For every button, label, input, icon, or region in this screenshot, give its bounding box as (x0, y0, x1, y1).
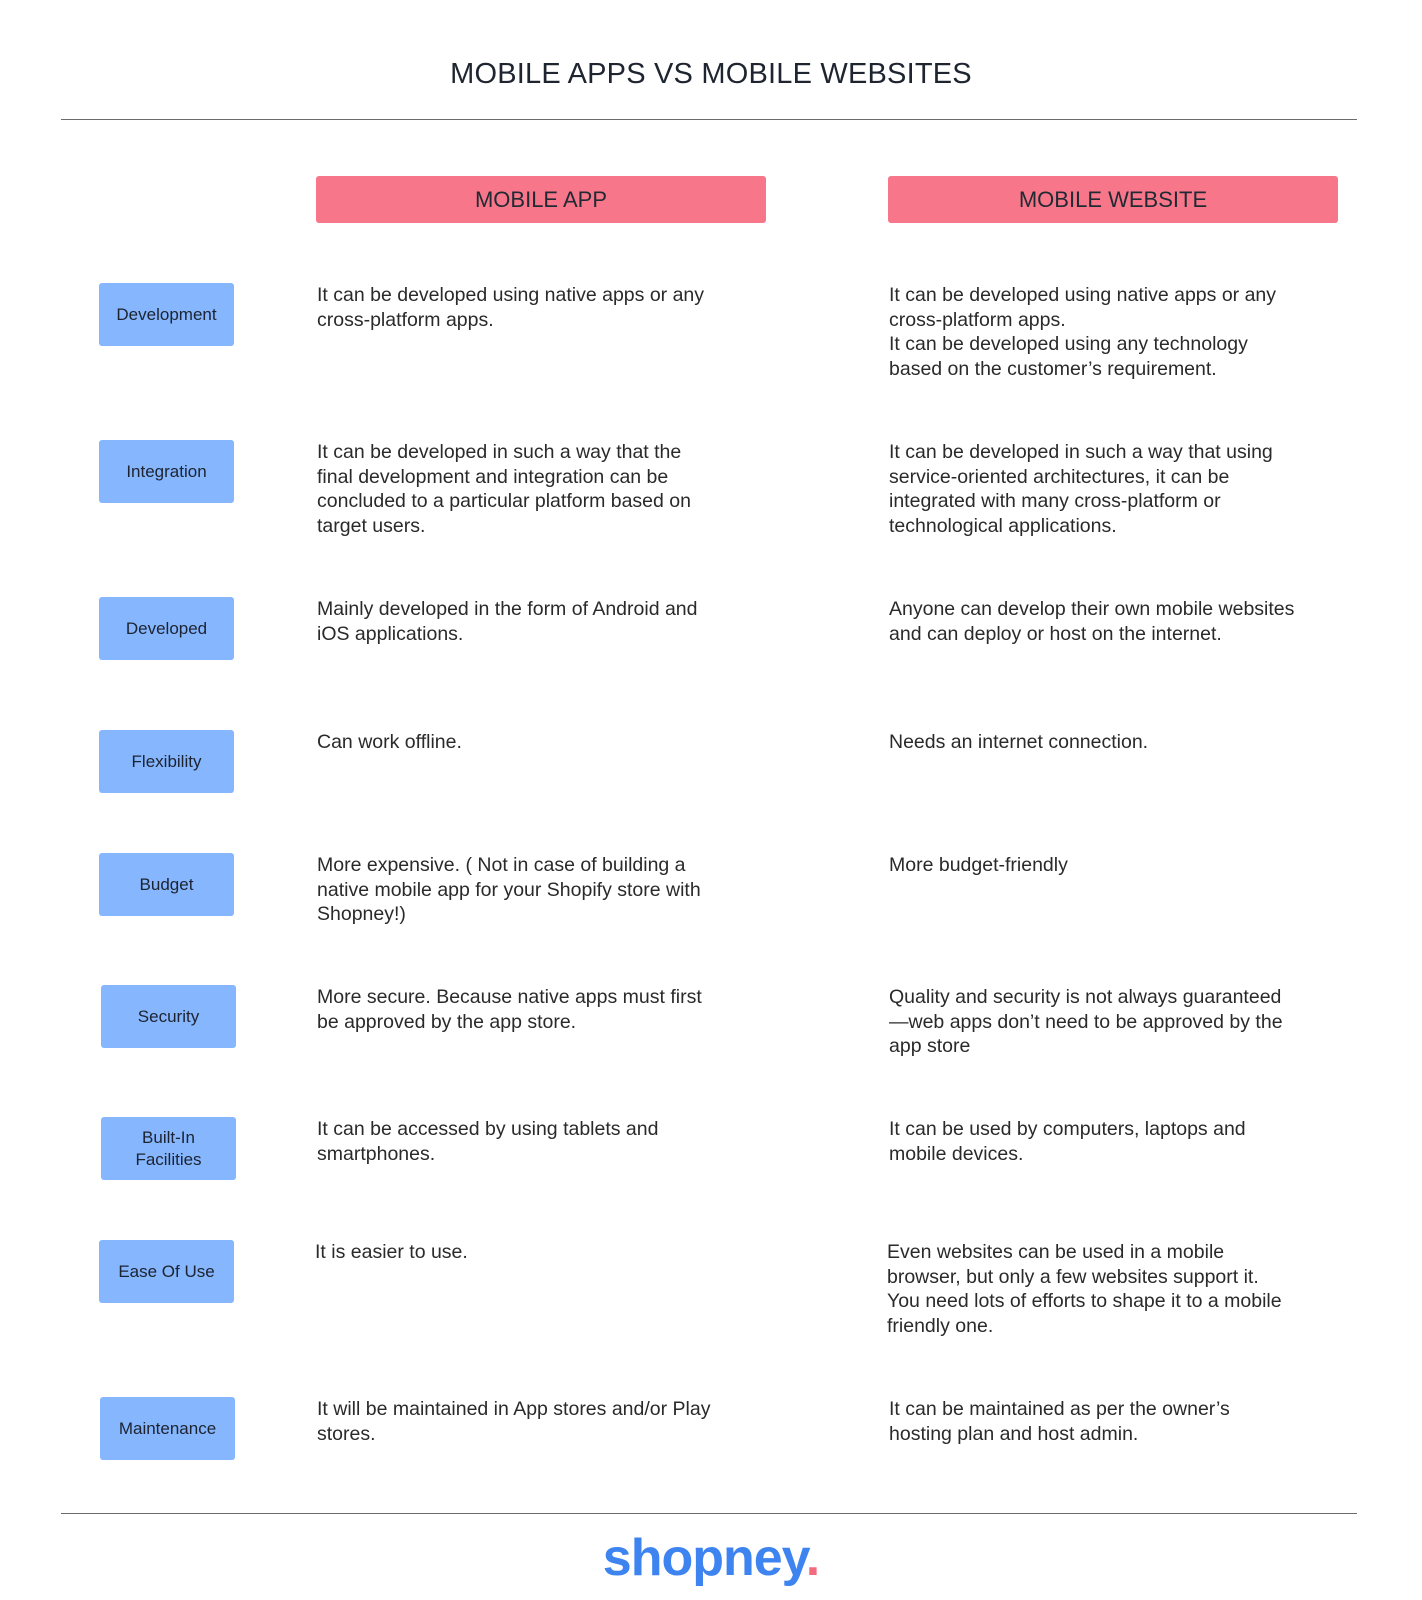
row-label-integration: Integration (99, 440, 234, 503)
row-label-developed: Developed (99, 597, 234, 660)
logo-text: shopney (602, 1529, 807, 1587)
mobile-website-budget: More budget-friendly (889, 854, 1068, 876)
row-label-budget: Budget (99, 853, 234, 916)
mobile-app-security: More secure. Because native apps must fi… (317, 986, 702, 1033)
mobile-website-maintenance: It can be maintained as per the owner’s … (889, 1398, 1230, 1445)
column-header-mobile-app: MOBILE APP (316, 176, 766, 223)
mobile-app-flexibility: Can work offline. (317, 731, 462, 753)
bottom-divider (61, 1513, 1357, 1514)
row-label-flexibility: Flexibility (99, 730, 234, 793)
mobile-website-developed: Anyone can develop their own mobile webs… (889, 598, 1295, 645)
row-label-built-in-facilities: Built-In Facilities (101, 1117, 236, 1180)
mobile-website-integration: It can be developed in such a way that u… (889, 441, 1273, 537)
row-label-ease-of-use: Ease Of Use (99, 1240, 234, 1303)
mobile-app-developed: Mainly developed in the form of Android … (317, 598, 698, 645)
mobile-website-flexibility: Needs an internet connection. (889, 731, 1149, 753)
mobile-website-security: Quality and security is not always guara… (889, 986, 1283, 1057)
shopney-logo: shopney. (0, 1528, 1422, 1588)
mobile-app-budget: More expensive. ( Not in case of buildin… (317, 854, 701, 925)
mobile-website-built-in-facilities: It can be used by computers, laptops and… (889, 1118, 1246, 1165)
mobile-app-integration: It can be developed in such a way that t… (317, 441, 691, 537)
column-header-mobile-website: MOBILE WEBSITE (888, 176, 1338, 223)
mobile-app-ease-of-use: It is easier to use. (315, 1241, 468, 1263)
logo-dot: . (805, 1529, 820, 1587)
mobile-website-development: It can be developed using native apps or… (889, 284, 1277, 380)
row-label-development: Development (99, 283, 234, 346)
mobile-app-development: It can be developed using native apps or… (317, 284, 705, 331)
mobile-app-built-in-facilities: It can be accessed by using tablets and … (317, 1118, 659, 1165)
row-label-security: Security (101, 985, 236, 1048)
mobile-app-maintenance: It will be maintained in App stores and/… (317, 1398, 711, 1445)
row-label-maintenance: Maintenance (100, 1397, 235, 1460)
top-divider (61, 119, 1357, 120)
mobile-website-ease-of-use: Even websites can be used in a mobile br… (887, 1241, 1282, 1337)
page-title: MOBILE APPS VS MOBILE WEBSITES (450, 58, 972, 90)
